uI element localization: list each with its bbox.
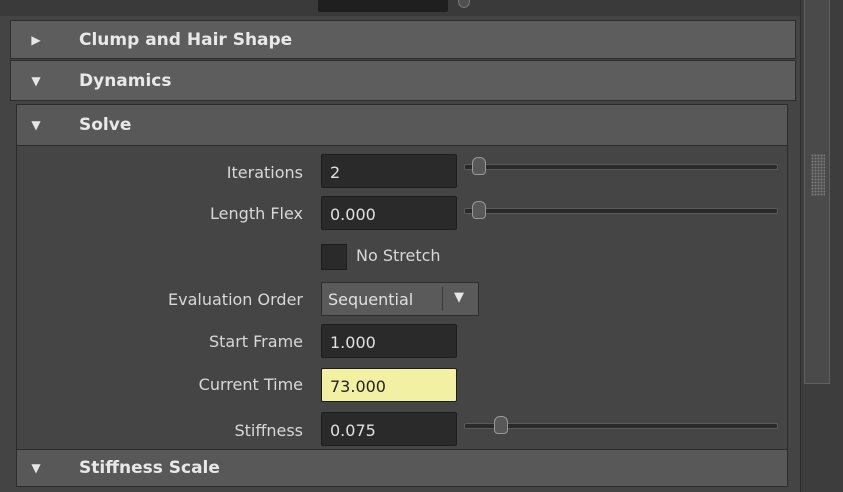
- length-flex-label: Length Flex: [210, 204, 303, 223]
- section-title: Dynamics: [79, 70, 172, 91]
- iterations-label: Iterations: [226, 163, 303, 182]
- current-time-field[interactable]: 73.000: [321, 368, 457, 402]
- collapsed-arrow-icon: ▶: [31, 32, 41, 47]
- no-stretch-label: No Stretch: [356, 246, 441, 265]
- section-dynamics[interactable]: ▼ Dynamics: [10, 60, 796, 101]
- section-title: Clump and Hair Shape: [79, 29, 293, 50]
- slider-knob[interactable]: [494, 416, 509, 434]
- length-flex-field[interactable]: 0.000: [321, 196, 457, 230]
- section-clump-and-hair-shape[interactable]: ▶ Clump and Hair Shape: [10, 20, 796, 59]
- stiffness-label: Stiffness: [234, 421, 303, 440]
- iterations-slider[interactable]: [464, 157, 778, 175]
- current-time-label: Current Time: [198, 375, 303, 394]
- expanded-arrow-icon: ▼: [31, 73, 41, 88]
- chevron-down-icon[interactable]: ▼: [454, 290, 464, 305]
- grip-icon: [811, 154, 825, 196]
- evaluation-order-label: Evaluation Order: [168, 290, 303, 309]
- dropdown-divider: [442, 287, 443, 311]
- stiffness-field[interactable]: 0.075: [321, 412, 457, 446]
- partial-value-field[interactable]: [318, 0, 448, 12]
- start-frame-label: Start Frame: [208, 332, 303, 351]
- slider-knob[interactable]: [472, 201, 486, 219]
- section-title: Stiffness Scale: [79, 458, 220, 478]
- section-solve[interactable]: ▼ Solve: [16, 104, 788, 146]
- slider-track: [464, 208, 778, 214]
- partial-slider-knob[interactable]: [458, 0, 470, 8]
- expanded-arrow-icon: ▼: [31, 461, 41, 475]
- slider-knob[interactable]: [472, 157, 486, 175]
- iterations-field[interactable]: 2: [321, 154, 457, 188]
- stiffness-slider[interactable]: [464, 416, 778, 434]
- dropdown-value: Sequential: [328, 290, 414, 309]
- slider-track: [464, 164, 778, 170]
- section-stiffness-scale[interactable]: ▼ Stiffness Scale: [16, 449, 788, 487]
- start-frame-field[interactable]: 1.000: [321, 324, 457, 358]
- slider-track: [464, 423, 778, 429]
- partial-attribute-row: [0, 0, 800, 16]
- length-flex-slider[interactable]: [464, 201, 778, 219]
- no-stretch-checkbox[interactable]: [321, 244, 347, 270]
- expanded-arrow-icon: ▼: [31, 118, 41, 132]
- evaluation-order-dropdown[interactable]: Sequential ▼: [321, 282, 479, 316]
- section-title: Solve: [79, 115, 132, 135]
